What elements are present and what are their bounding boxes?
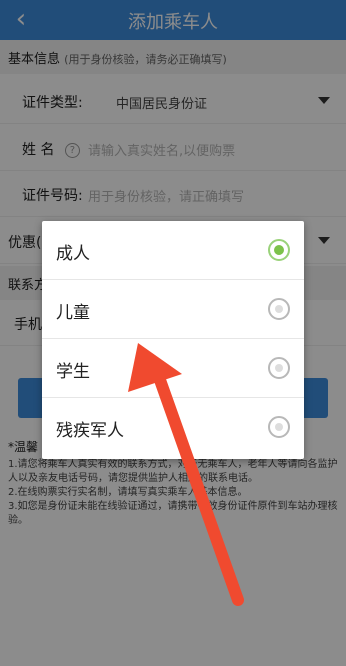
radio-icon[interactable]: [268, 298, 290, 320]
option-label: 学生: [56, 362, 90, 382]
option-label: 儿童: [56, 303, 90, 323]
option-disabled-soldier[interactable]: 残疾军人: [42, 398, 304, 457]
option-adult[interactable]: 成人: [42, 221, 304, 280]
radio-icon[interactable]: [268, 357, 290, 379]
passenger-type-dialog: 成人 儿童 学生 残疾军人: [42, 221, 304, 459]
radio-checked-icon[interactable]: [268, 239, 290, 261]
option-child[interactable]: 儿童: [42, 280, 304, 339]
option-label: 残疾军人: [56, 421, 124, 441]
option-label: 成人: [56, 244, 90, 264]
radio-icon[interactable]: [268, 416, 290, 438]
option-student[interactable]: 学生: [42, 339, 304, 398]
